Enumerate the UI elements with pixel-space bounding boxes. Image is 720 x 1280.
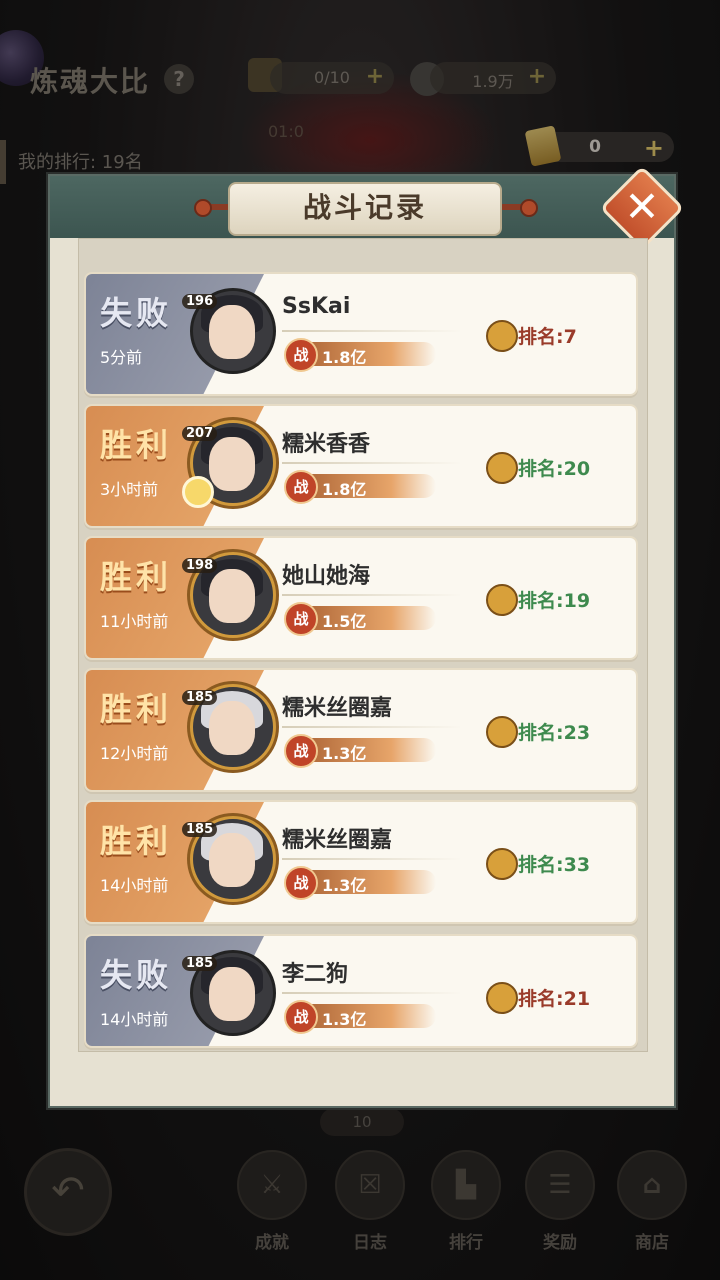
divider [282, 594, 462, 596]
battle-power-icon: 战 [284, 866, 318, 900]
opponent-name: 糯米香香 [282, 432, 371, 457]
time-ago: 14小时前 [100, 876, 169, 895]
rank-medal-icon [486, 320, 518, 352]
opponent-rank: 排名:20 [518, 458, 591, 480]
rank-medal-icon [486, 452, 518, 484]
result-label: 胜利 [100, 690, 173, 728]
battle-power-value: 1.3亿 [322, 744, 367, 763]
close-icon[interactable]: ✕ [612, 178, 672, 238]
opponent-rank: 排名:7 [518, 326, 577, 348]
level-badge: 196 [182, 294, 218, 309]
level-badge: 185 [182, 822, 218, 837]
battle-power-icon: 战 [284, 734, 318, 768]
record-row[interactable]: 胜利 3小时前 207 糯米香香 战 1.8亿 排名:20 [84, 404, 638, 528]
opponent-name: 她山她海 [282, 564, 371, 589]
rank-medal-icon [486, 584, 518, 616]
time-ago: 14小时前 [100, 1010, 169, 1029]
rank-medal-icon [486, 716, 518, 748]
result-label: 胜利 [100, 558, 173, 596]
time-ago: 11小时前 [100, 612, 169, 631]
level-badge: 207 [182, 426, 218, 441]
battle-power-icon: 战 [284, 338, 318, 372]
divider [282, 462, 462, 464]
divider [282, 330, 462, 332]
time-ago: 12小时前 [100, 744, 169, 763]
record-row[interactable]: 胜利 12小时前 185 糯米丝圈嘉 战 1.3亿 排名:23 [84, 668, 638, 792]
battle-power-icon: 战 [284, 1000, 318, 1034]
time-ago: 5分前 [100, 348, 143, 367]
result-label: 胜利 [100, 426, 173, 464]
level-badge: 185 [182, 956, 218, 971]
opponent-rank: 排名:23 [518, 722, 591, 744]
opponent-rank: 排名:21 [518, 988, 591, 1010]
divider [282, 726, 462, 728]
opponent-name: 李二狗 [282, 962, 349, 987]
battle-power-icon: 战 [284, 470, 318, 504]
opponent-rank: 排名:19 [518, 590, 591, 612]
level-badge: 185 [182, 690, 218, 705]
record-row[interactable]: 失败 5分前 196 SsKai 战 1.8亿 排名:7 [84, 272, 638, 396]
battle-power-value: 1.8亿 [322, 480, 367, 499]
record-row[interactable]: 胜利 11小时前 198 她山她海 战 1.5亿 排名:19 [84, 536, 638, 660]
time-ago: 3小时前 [100, 480, 159, 499]
divider [282, 858, 462, 860]
title-knot-right [520, 199, 538, 217]
opponent-name: SsKai [282, 294, 351, 319]
rank-medal-icon [486, 982, 518, 1014]
rank-medal-icon [486, 848, 518, 880]
battle-power-value: 1.8亿 [322, 348, 367, 367]
title-knot-left [194, 199, 212, 217]
result-label: 失败 [100, 956, 173, 994]
level-badge: 198 [182, 558, 218, 573]
battle-power-value: 1.5亿 [322, 612, 367, 631]
divider [282, 992, 462, 994]
dialog-title: 战斗记录 [228, 182, 502, 236]
battle-power-value: 1.3亿 [322, 876, 367, 895]
opponent-name: 糯米丝圈嘉 [282, 696, 393, 721]
flower-frame-icon [182, 476, 214, 508]
opponent-rank: 排名:33 [518, 854, 591, 876]
result-label: 失败 [100, 294, 173, 332]
battle-power-value: 1.3亿 [322, 1010, 367, 1029]
result-label: 胜利 [100, 822, 173, 860]
battle-power-icon: 战 [284, 602, 318, 636]
record-row[interactable]: 胜利 14小时前 185 糯米丝圈嘉 战 1.3亿 排名:33 [84, 800, 638, 924]
opponent-name: 糯米丝圈嘉 [282, 828, 393, 853]
record-row[interactable]: 失败 14小时前 185 李二狗 战 1.3亿 排名:21 [84, 934, 638, 1048]
